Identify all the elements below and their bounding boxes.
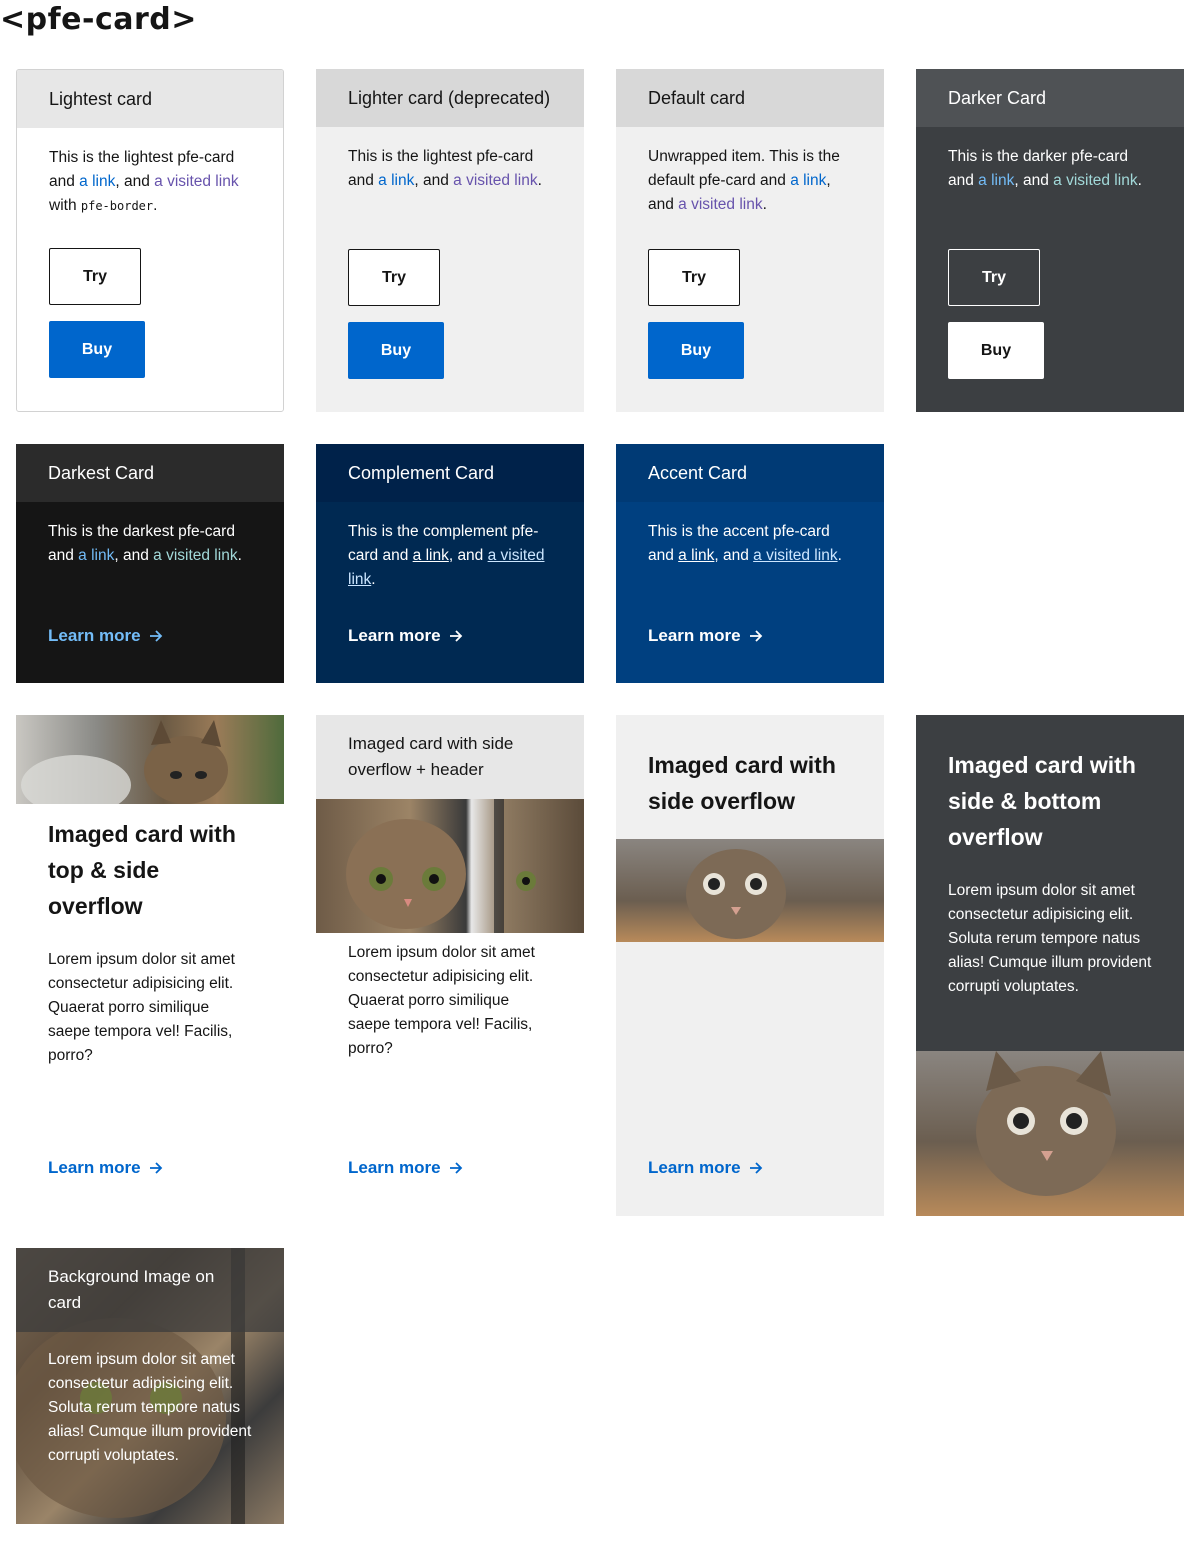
buy-button[interactable]: Buy xyxy=(348,322,444,379)
card-header: Background Image on card xyxy=(16,1248,284,1332)
card-body: This is the darkest pfe-card and a link,… xyxy=(16,502,284,568)
body-text: , and xyxy=(115,173,155,190)
body-text: . xyxy=(537,172,542,189)
body-text: . xyxy=(237,547,242,564)
visited-link[interactable]: a visited link xyxy=(1053,172,1137,189)
learn-more-label: Learn more xyxy=(648,626,741,645)
card-body: This is the lightest pfe-card and a link… xyxy=(17,128,283,218)
learn-more-link[interactable]: Learn more xyxy=(48,626,163,646)
card-link[interactable]: a link xyxy=(978,172,1014,189)
card-body: This is the darker pfe-card and a link, … xyxy=(916,127,1184,193)
buy-button[interactable]: Buy xyxy=(648,322,744,379)
kitten-photo xyxy=(616,839,884,942)
card-body: This is the accent pfe-card and a link, … xyxy=(616,502,884,568)
arrow-right-icon xyxy=(449,630,462,642)
body-text: , and xyxy=(714,547,754,564)
imaged-card-top-overflow: Imaged card with top & side overflow Lor… xyxy=(16,715,284,1216)
card-header: Darkest Card xyxy=(16,444,284,502)
card-header: Imaged card with side overflow + header xyxy=(316,715,584,799)
visited-link[interactable]: a visited link xyxy=(154,173,238,190)
lighter-card: Lighter card (deprecated) This is the li… xyxy=(316,69,584,412)
complement-card: Complement Card This is the complement p… xyxy=(316,444,584,683)
kitten-illustration xyxy=(976,1051,1116,1196)
body-text: . xyxy=(762,196,767,213)
try-button[interactable]: Try xyxy=(49,248,141,305)
visited-link[interactable]: a visited link xyxy=(453,172,537,189)
card-header: Darker Card xyxy=(916,69,1184,127)
arrow-right-icon xyxy=(149,630,162,642)
visited-link[interactable]: a visited link xyxy=(678,196,762,213)
kitten-illustration xyxy=(686,849,786,939)
card-link[interactable]: a link xyxy=(79,173,115,190)
learn-more-link[interactable]: Learn more xyxy=(648,1158,763,1178)
arrow-right-icon xyxy=(149,1162,162,1174)
learn-more-link[interactable]: Learn more xyxy=(348,1158,463,1178)
darker-card: Darker Card This is the darker pfe-card … xyxy=(916,69,1184,412)
kitten-photo xyxy=(16,715,284,815)
card-title: Imaged card with side overflow xyxy=(648,752,836,814)
card-body-text: Lorem ipsum dolor sit amet consectetur a… xyxy=(348,944,535,1057)
card-body-text: Lorem ipsum dolor sit amet consectetur a… xyxy=(48,951,235,1064)
try-button[interactable]: Try xyxy=(348,249,440,306)
card-title: Imaged card with side & bottom overflow xyxy=(948,752,1136,850)
card-title: Imaged card with top & side overflow xyxy=(48,821,236,919)
arrow-right-icon xyxy=(749,1162,762,1174)
buy-button[interactable]: Buy xyxy=(49,321,145,378)
learn-more-link[interactable]: Learn more xyxy=(348,626,463,646)
body-text: , and xyxy=(414,172,454,189)
visited-link[interactable]: a visited link xyxy=(753,547,837,564)
card-header: Lightest card xyxy=(17,70,283,128)
arrow-right-icon xyxy=(749,630,762,642)
card-header: Complement Card xyxy=(316,444,584,502)
body-text: . xyxy=(153,197,158,214)
card-body: This is the complement pfe-card and a li… xyxy=(316,502,584,592)
code-snippet: pfe-border xyxy=(80,199,154,213)
learn-more-label: Learn more xyxy=(48,1158,141,1177)
buy-button[interactable]: Buy xyxy=(948,322,1044,379)
card-body: This is the lightest pfe-card and a link… xyxy=(316,127,584,193)
background-image-card: Background Image on card Lorem ipsum dol… xyxy=(16,1248,284,1524)
kitten-illustration xyxy=(21,720,228,815)
card-link[interactable]: a link xyxy=(678,547,714,564)
card-body-text: Lorem ipsum dolor sit amet consectetur a… xyxy=(948,882,1152,995)
arrow-right-icon xyxy=(449,1162,462,1174)
body-text: , and xyxy=(1014,172,1054,189)
try-button[interactable]: Try xyxy=(948,249,1040,306)
body-text: , and xyxy=(448,547,488,564)
body-text: with xyxy=(49,197,81,214)
body-text: . xyxy=(837,547,842,564)
body-text: . xyxy=(1137,172,1142,189)
card-header: Lighter card (deprecated) xyxy=(316,69,584,127)
learn-more-label: Learn more xyxy=(348,626,441,645)
learn-more-link[interactable]: Learn more xyxy=(48,1158,163,1178)
card-link[interactable]: a link xyxy=(413,547,449,564)
card-link[interactable]: a link xyxy=(78,547,114,564)
visited-link[interactable]: a visited link xyxy=(153,547,237,564)
card-header: Default card xyxy=(616,69,884,127)
card-body-text: Lorem ipsum dolor sit amet consectetur a… xyxy=(48,1351,252,1464)
learn-more-label: Learn more xyxy=(348,1158,441,1177)
imaged-card-side-overflow: Imaged card with side overflow Learn mor… xyxy=(616,715,884,1216)
learn-more-label: Learn more xyxy=(48,626,141,645)
darkest-card: Darkest Card This is the darkest pfe-car… xyxy=(16,444,284,683)
card-body: Unwrapped item. This is the default pfe-… xyxy=(616,127,884,217)
kitten-photo xyxy=(916,1051,1184,1216)
try-button[interactable]: Try xyxy=(648,249,740,306)
body-text: , and xyxy=(114,547,154,564)
kitten-illustration xyxy=(346,799,536,933)
accent-card: Accent Card This is the accent pfe-card … xyxy=(616,444,884,683)
imaged-card-bottom-overflow: Imaged card with side & bottom overflow … xyxy=(916,715,1184,1216)
learn-more-link[interactable]: Learn more xyxy=(648,626,763,646)
imaged-card-with-header: Imaged card with side overflow + header … xyxy=(316,715,584,1216)
learn-more-label: Learn more xyxy=(648,1158,741,1177)
kitten-photo xyxy=(316,799,584,933)
body-text: . xyxy=(371,571,376,588)
lightest-card: Lightest card This is the lightest pfe-c… xyxy=(16,69,284,412)
default-card: Default card Unwrapped item. This is the… xyxy=(616,69,884,412)
card-link[interactable]: a link xyxy=(378,172,414,189)
page-title: <pfe-card> xyxy=(0,2,197,37)
card-link[interactable]: a link xyxy=(790,172,826,189)
card-header: Accent Card xyxy=(616,444,884,502)
